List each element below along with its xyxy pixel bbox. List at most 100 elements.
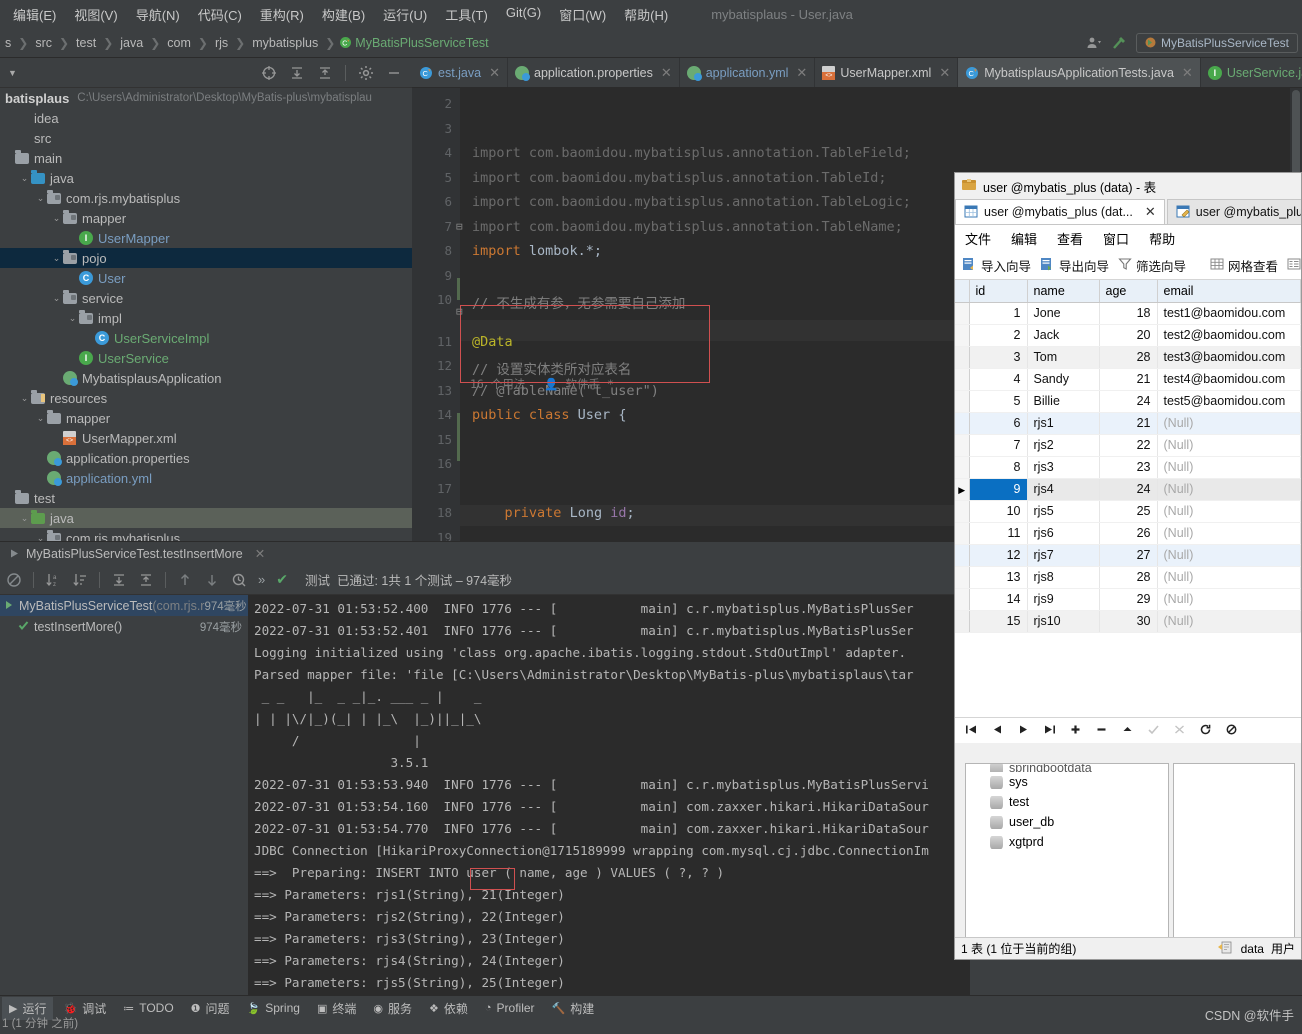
breadcrumb-item-5[interactable]: rjs xyxy=(212,35,231,51)
table-row[interactable]: 14 rjs9 29 (Null) xyxy=(955,588,1301,611)
breadcrumb-current[interactable]: MyBatisPlusServiceTest xyxy=(352,35,491,51)
last-record-icon[interactable] xyxy=(1043,724,1056,738)
cell-name[interactable]: rjs7 xyxy=(1027,544,1100,567)
cell-age[interactable]: 27 xyxy=(1099,544,1158,567)
build-hammer-icon[interactable] xyxy=(1111,35,1127,51)
cell-email[interactable]: test3@baomidou.com xyxy=(1157,346,1301,369)
status-tool-terminal-icon[interactable]: ▣ 终端 xyxy=(310,997,363,1020)
breadcrumb-item-0[interactable]: s xyxy=(2,35,14,51)
breadcrumb-item-6[interactable]: mybatisplus xyxy=(249,35,321,51)
cell-id[interactable]: 5 xyxy=(969,390,1028,413)
more-options-icon[interactable]: » xyxy=(258,572,265,587)
table-row[interactable]: 4 Sandy 21 test4@baomidou.com xyxy=(955,368,1301,391)
tree-node-idea[interactable]: idea xyxy=(0,108,412,128)
form-view-icon[interactable] xyxy=(1287,257,1301,274)
export-wizard-button[interactable]: 导出向导 xyxy=(1040,256,1109,275)
menu-item-5[interactable]: 构建(B) xyxy=(313,2,374,27)
close-icon[interactable]: ✕ xyxy=(796,65,807,81)
chevron-down-icon[interactable]: ⌄ xyxy=(34,533,47,542)
cell-name[interactable]: Tom xyxy=(1027,346,1100,369)
grid-view-button[interactable]: 网格查看 xyxy=(1210,256,1278,275)
tree-node-resources[interactable]: ⌄ resources xyxy=(0,388,412,408)
tree-node-mapper[interactable]: ⌄ mapper xyxy=(0,208,412,228)
breadcrumb-item-4[interactable]: com xyxy=(164,35,194,51)
run-tab[interactable]: MyBatisPlusServiceTest.testInsertMore ✕ xyxy=(0,546,274,561)
expand-all-tests-icon[interactable] xyxy=(111,572,127,588)
cell-name[interactable]: rjs1 xyxy=(1027,412,1100,435)
cell-email[interactable]: (Null) xyxy=(1157,434,1301,457)
column-header-name[interactable]: name xyxy=(1027,280,1100,303)
hide-panel-icon[interactable] xyxy=(386,65,402,81)
cell-name[interactable]: Billie xyxy=(1027,390,1100,413)
cell-id[interactable]: 7 xyxy=(969,434,1028,457)
tree-node-usermapper-xml[interactable]: UserMapper.xml xyxy=(0,428,412,448)
cell-id[interactable]: 10 xyxy=(969,500,1028,523)
editor-tab-mybatisplausapplicationtests-java[interactable]: C MybatisplausApplicationTests.java ✕ xyxy=(958,58,1201,87)
test-history-icon[interactable] xyxy=(231,572,247,588)
next-failed-test-icon[interactable] xyxy=(204,572,220,588)
editor-gutter[interactable]: 23456789101112131415161718192021 xyxy=(412,88,460,541)
cell-age[interactable]: 28 xyxy=(1099,346,1158,369)
delete-record-icon[interactable] xyxy=(1095,724,1108,738)
menu-item-7[interactable]: 工具(T) xyxy=(436,2,497,27)
navicat-window[interactable]: user @mybatis_plus (data) - 表 user @myba… xyxy=(954,172,1302,960)
close-icon[interactable]: ✕ xyxy=(939,65,950,81)
run-configuration-selector[interactable]: MyBatisPlusServiceTest xyxy=(1135,32,1298,53)
chevron-down-icon[interactable]: ⌄ xyxy=(50,213,63,224)
chevron-down-icon[interactable]: ⌄ xyxy=(66,313,79,324)
close-icon[interactable]: ✕ xyxy=(489,65,500,81)
navicat-tab-bar[interactable]: user @mybatis_plus (dat... ✕ user @mybatis… xyxy=(955,199,1301,225)
breadcrumb-item-2[interactable]: test xyxy=(73,35,99,51)
menu-item-3[interactable]: 代码(C) xyxy=(189,2,251,27)
database-item-xgtprd[interactable]: xgtprd xyxy=(966,832,1168,852)
cell-age[interactable]: 22 xyxy=(1099,434,1158,457)
cell-name[interactable]: rjs4 xyxy=(1027,478,1100,501)
cell-id[interactable]: 13 xyxy=(969,566,1028,589)
column-header-age[interactable]: age xyxy=(1099,280,1158,303)
cell-age[interactable]: 23 xyxy=(1099,456,1158,479)
database-item-user_db[interactable]: user_db xyxy=(966,812,1168,832)
previous-failed-test-icon[interactable] xyxy=(177,572,193,588)
cell-age[interactable]: 20 xyxy=(1099,324,1158,347)
tree-node-src[interactable]: src xyxy=(0,128,412,148)
editor-tab-est-java[interactable]: Cest.java ✕ xyxy=(412,58,508,87)
navicat-menu-1[interactable]: 编辑 xyxy=(1011,229,1037,248)
cell-email[interactable]: (Null) xyxy=(1157,412,1301,435)
cell-age[interactable]: 29 xyxy=(1099,588,1158,611)
breadcrumb-item-3[interactable]: java xyxy=(117,35,146,51)
column-header-email[interactable]: email xyxy=(1157,280,1301,303)
sort-by-duration-icon[interactable] xyxy=(72,572,88,588)
status-tool-profiler-icon[interactable]: ◔ Profiler xyxy=(478,998,542,1018)
filter-wizard-button[interactable]: 筛选向导 xyxy=(1118,256,1186,275)
navicat-menu-2[interactable]: 查看 xyxy=(1057,229,1083,248)
chevron-down-icon[interactable]: ⌄ xyxy=(34,413,47,424)
close-icon[interactable]: ✕ xyxy=(1145,204,1156,220)
fold-marker-import-start[interactable]: ⊟ xyxy=(456,220,463,233)
tree-node-test[interactable]: test xyxy=(0,488,412,508)
table-row[interactable]: 12 rjs7 27 (Null) xyxy=(955,544,1301,567)
editor-tab-bar[interactable]: Cest.java ✕ application.properties ✕ applica… xyxy=(412,58,1302,88)
tree-node-mybatisplausapplication[interactable]: MybatisplausApplication xyxy=(0,368,412,388)
cell-age[interactable]: 30 xyxy=(1099,610,1158,633)
tree-node-com-rjs-mybatisplus[interactable]: ⌄ com.rjs.mybatisplus xyxy=(0,188,412,208)
fold-marker-import-end[interactable]: ⊟ xyxy=(456,305,463,318)
data-grid-navigation-bar[interactable] xyxy=(955,717,1301,743)
cell-id[interactable]: 15 xyxy=(969,610,1028,633)
cell-name[interactable]: rjs2 xyxy=(1027,434,1100,457)
cell-email[interactable]: (Null) xyxy=(1157,588,1301,611)
first-record-icon[interactable] xyxy=(965,724,978,738)
table-row[interactable]: 11 rjs6 26 (Null) xyxy=(955,522,1301,545)
cell-email[interactable]: (Null) xyxy=(1157,456,1301,479)
cell-name[interactable]: Jack xyxy=(1027,324,1100,347)
status-tool-todo-icon[interactable]: ≔ TODO xyxy=(116,998,180,1018)
cell-email[interactable]: (Null) xyxy=(1157,500,1301,523)
cell-name[interactable]: rjs8 xyxy=(1027,566,1100,589)
cell-name[interactable]: rjs6 xyxy=(1027,522,1100,545)
editor-tab-application-yml[interactable]: application.yml ✕ xyxy=(680,58,816,87)
project-dropdown-icon[interactable]: ▼ xyxy=(0,68,17,78)
scroll-from-source-icon[interactable] xyxy=(261,65,277,81)
status-tool-spring-icon[interactable]: 🍃 Spring xyxy=(240,998,307,1018)
cell-name[interactable]: rjs9 xyxy=(1027,588,1100,611)
tree-node-userserviceimpl[interactable]: C UserServiceImpl xyxy=(0,328,412,348)
mute-breakpoints-icon[interactable] xyxy=(6,572,22,588)
